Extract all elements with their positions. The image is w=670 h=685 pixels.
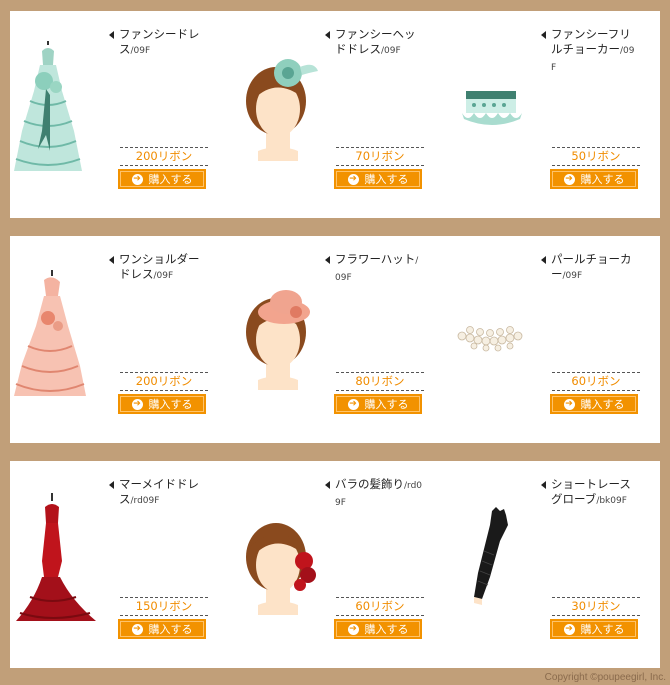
item-price: 60リボン (552, 372, 640, 391)
arrow-right-icon: ➔ (563, 398, 575, 410)
buy-button[interactable]: ➔ 購入する (118, 169, 206, 189)
item-card: ワンショルダードレス/09F 200リボン ➔ 購入する (10, 236, 226, 443)
item-price: 30リボン (552, 597, 640, 616)
item-title[interactable]: ファンシーフリルチョーカー/09F (541, 27, 639, 76)
item-card: ファンシーフリルチョーカー/09F 50リボン ➔ 購入する (442, 11, 658, 218)
item-name-wrap: ファンシードレス/09F (109, 27, 207, 59)
item-price: 70リボン (336, 147, 424, 166)
arrow-right-icon: ➔ (563, 623, 575, 635)
item-name-wrap: バラの髪飾り/rd09F (325, 477, 423, 511)
triangle-left-icon (109, 256, 114, 264)
triangle-left-icon (541, 31, 546, 39)
arrow-right-icon: ➔ (347, 398, 359, 410)
item-name: フラワーハット (335, 252, 416, 266)
black-lace-glove-image[interactable] (444, 481, 544, 631)
buy-button-label: 購入する (364, 398, 409, 411)
buy-button[interactable]: ➔ 購入する (118, 619, 206, 639)
item-title[interactable]: ワンショルダードレス/09F (109, 252, 207, 284)
item-price: 200リボン (120, 147, 208, 166)
item-card: パールチョーカー/09F 60リボン ➔ 購入する (442, 236, 658, 443)
buy-button-label: 購入する (148, 623, 193, 636)
shop-page: ファンシードレス/09F 200リボン ➔ 購入する ファンシーヘッドドレス/0… (0, 0, 670, 685)
item-price: 150リボン (120, 597, 208, 616)
item-title[interactable]: ショートレースグローブ/bk09F (541, 477, 639, 509)
buy-button-label: 購入する (364, 173, 409, 186)
item-name-wrap: ファンシーフリルチョーカー/09F (541, 27, 639, 76)
buy-button[interactable]: ➔ 購入する (550, 169, 638, 189)
item-price: 60リボン (336, 597, 424, 616)
item-code: /rd09F (130, 496, 160, 506)
pink-flower-hat-image[interactable] (228, 256, 328, 406)
arrow-right-icon: ➔ (563, 173, 575, 185)
triangle-left-icon (325, 256, 330, 264)
item-name-wrap: パールチョーカー/09F (541, 252, 639, 284)
item-name-wrap: ショートレースグローブ/bk09F (541, 477, 639, 509)
buy-button-label: 購入する (580, 398, 625, 411)
mint-headdress-image[interactable] (228, 31, 328, 181)
item-row-3: マーメイドドレス/rd09F 150リボン ➔ 購入する バラの髪飾り/rd09… (10, 461, 660, 668)
buy-button[interactable]: ➔ 購入する (334, 169, 422, 189)
arrow-right-icon: ➔ (347, 173, 359, 185)
copyright-text: Copyright ©poupeegirl, Inc. (544, 672, 666, 683)
item-title[interactable]: バラの髪飾り/rd09F (325, 477, 423, 511)
buy-button-label: 購入する (580, 623, 625, 636)
buy-button[interactable]: ➔ 購入する (334, 619, 422, 639)
pink-one-shoulder-dress-image[interactable] (12, 256, 112, 406)
item-title[interactable]: ファンシードレス/09F (109, 27, 207, 59)
arrow-right-icon: ➔ (347, 623, 359, 635)
item-row-2: ワンショルダードレス/09F 200リボン ➔ 購入する フラワーハット/09F… (10, 236, 660, 443)
buy-button-label: 購入する (364, 623, 409, 636)
triangle-left-icon (109, 481, 114, 489)
red-rose-hair-ornament-image[interactable] (228, 481, 328, 631)
buy-button-label: 購入する (580, 173, 625, 186)
triangle-left-icon (325, 31, 330, 39)
arrow-right-icon: ➔ (131, 398, 143, 410)
pearl-choker-image[interactable] (444, 256, 544, 406)
arrow-right-icon: ➔ (131, 173, 143, 185)
item-code: /09F (153, 271, 174, 281)
arrow-right-icon: ➔ (131, 623, 143, 635)
item-row-1: ファンシードレス/09F 200リボン ➔ 購入する ファンシーヘッドドレス/0… (10, 11, 660, 218)
item-title[interactable]: ファンシーヘッドドレス/09F (325, 27, 423, 59)
item-price: 200リボン (120, 372, 208, 391)
mint-frill-choker-image[interactable] (444, 31, 544, 181)
item-price: 50リボン (552, 147, 640, 166)
item-name-wrap: フラワーハット/09F (325, 252, 423, 286)
buy-button[interactable]: ➔ 購入する (550, 619, 638, 639)
item-price: 80リボン (336, 372, 424, 391)
item-card: フラワーハット/09F 80リボン ➔ 購入する (226, 236, 442, 443)
item-card: ショートレースグローブ/bk09F 30リボン ➔ 購入する (442, 461, 658, 668)
buy-button[interactable]: ➔ 購入する (334, 394, 422, 414)
triangle-left-icon (325, 481, 330, 489)
item-name-wrap: ワンショルダードレス/09F (109, 252, 207, 284)
mint-ball-gown-image[interactable] (12, 31, 112, 181)
item-card: ファンシードレス/09F 200リボン ➔ 購入する (10, 11, 226, 218)
item-name-wrap: ファンシーヘッドドレス/09F (325, 27, 423, 59)
red-mermaid-dress-image[interactable] (12, 481, 112, 631)
item-name: ファンシーヘッドドレス (335, 27, 416, 56)
item-title[interactable]: マーメイドドレス/rd09F (109, 477, 207, 509)
item-code: /09F (130, 46, 151, 56)
item-title[interactable]: パールチョーカー/09F (541, 252, 639, 284)
triangle-left-icon (541, 256, 546, 264)
buy-button[interactable]: ➔ 購入する (118, 394, 206, 414)
item-name: バラの髪飾り (335, 477, 404, 491)
item-title[interactable]: フラワーハット/09F (325, 252, 423, 286)
buy-button-label: 購入する (148, 173, 193, 186)
buy-button[interactable]: ➔ 購入する (550, 394, 638, 414)
item-card: ファンシーヘッドドレス/09F 70リボン ➔ 購入する (226, 11, 442, 218)
item-name: ファンシーフリルチョーカー (551, 27, 631, 56)
item-code: /09F (381, 46, 401, 56)
item-code: /bk09F (596, 496, 627, 506)
triangle-left-icon (109, 31, 114, 39)
item-card: マーメイドドレス/rd09F 150リボン ➔ 購入する (10, 461, 226, 668)
triangle-left-icon (541, 481, 546, 489)
item-code: /09F (562, 271, 583, 281)
item-name-wrap: マーメイドドレス/rd09F (109, 477, 207, 509)
buy-button-label: 購入する (148, 398, 193, 411)
item-card: バラの髪飾り/rd09F 60リボン ➔ 購入する (226, 461, 442, 668)
